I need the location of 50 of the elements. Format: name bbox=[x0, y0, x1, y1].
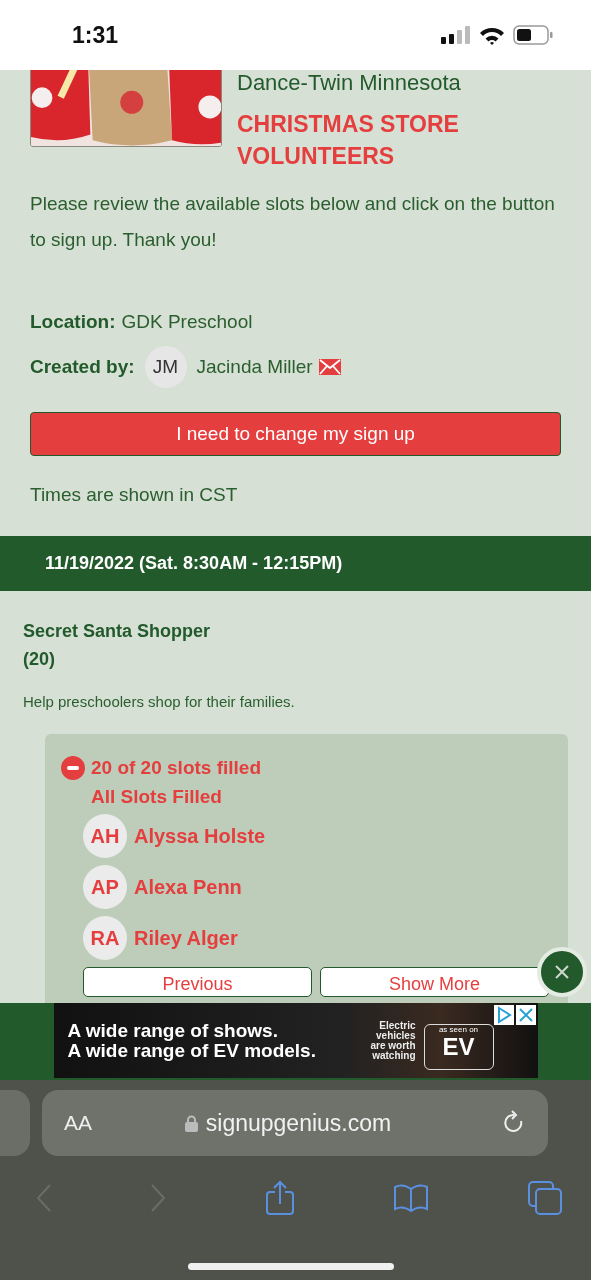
tabs-icon[interactable] bbox=[527, 1180, 563, 1216]
timezone-note: Times are shown in CST bbox=[30, 484, 239, 506]
detail-value: GDK Preschool bbox=[121, 311, 253, 333]
forward-icon[interactable] bbox=[150, 1183, 167, 1213]
detail-label: Location: bbox=[30, 311, 116, 333]
date-band: 11/19/2022 (Sat. 8:30AM - 12:15PM) bbox=[0, 536, 591, 591]
ad-info-icon[interactable] bbox=[493, 1005, 514, 1025]
avatar: AP bbox=[83, 865, 127, 909]
minus-icon bbox=[61, 756, 85, 780]
intro-text: Please review the available slots below and click on the button to sign up. Thank you! bbox=[30, 192, 555, 252]
signal-icon bbox=[441, 26, 471, 44]
ad-text: A wide range of EV models. bbox=[67, 1040, 317, 1061]
close-icon bbox=[554, 964, 570, 980]
lock-icon bbox=[184, 1114, 198, 1132]
volunteer-name: Riley Alger bbox=[134, 926, 238, 950]
pager-button[interactable]: Show More bbox=[320, 967, 549, 997]
avatar: RA bbox=[83, 916, 127, 960]
slot-title: Secret Santa Shopper bbox=[23, 620, 212, 643]
slot-count: (20) bbox=[23, 648, 56, 671]
clock: 1:31 bbox=[72, 21, 119, 49]
share-icon[interactable] bbox=[264, 1180, 295, 1216]
change-sign-up-button[interactable]: I need to change my sign up bbox=[30, 412, 561, 456]
avatar: JM bbox=[144, 346, 187, 388]
battery-icon bbox=[513, 25, 553, 45]
detail-label: Created by: bbox=[30, 356, 135, 378]
volunteer-name: Alexa Penn bbox=[134, 875, 242, 899]
page-title: CHRISTMAS STORE VOLUNTEERS bbox=[237, 110, 460, 171]
bookmarks-icon[interactable] bbox=[392, 1183, 429, 1213]
url-text: signupgenius.com bbox=[205, 1109, 392, 1137]
close-button[interactable] bbox=[537, 947, 587, 997]
badge-text: EV bbox=[442, 1033, 475, 1060]
volunteer-name: Alyssa Holste bbox=[134, 824, 266, 848]
ad-banner[interactable]: A wide range of shows. A wide range of EV models. Electric vehicles are worth watching as seen on EV bbox=[53, 1003, 538, 1078]
avatar: AH bbox=[83, 814, 127, 858]
badge-caption: as seen on bbox=[438, 1024, 479, 1034]
tab-preview[interactable] bbox=[0, 1090, 30, 1156]
ad-tagline: Electric vehicles are worth watching bbox=[369, 1020, 416, 1061]
address-bar[interactable]: AA signupgenius.com bbox=[42, 1090, 548, 1156]
wifi-icon bbox=[479, 25, 505, 45]
back-icon[interactable] bbox=[36, 1183, 52, 1213]
pager-button[interactable]: Previous bbox=[83, 967, 312, 997]
ad-close-icon[interactable] bbox=[515, 1005, 536, 1025]
slots-status: 20 of 20 slots filled bbox=[91, 757, 261, 779]
text-size-button[interactable]: AA bbox=[64, 1111, 104, 1135]
ad-text: A wide range of shows. bbox=[67, 1020, 279, 1041]
slot-description: Help preschoolers shop for their families. bbox=[23, 693, 296, 710]
detail-value: Jacinda Miller bbox=[196, 356, 313, 378]
organization-name: Dance-Twin Minnesota bbox=[237, 70, 462, 96]
slots-note: All Slots Filled bbox=[91, 786, 223, 808]
email-icon[interactable] bbox=[318, 359, 341, 375]
